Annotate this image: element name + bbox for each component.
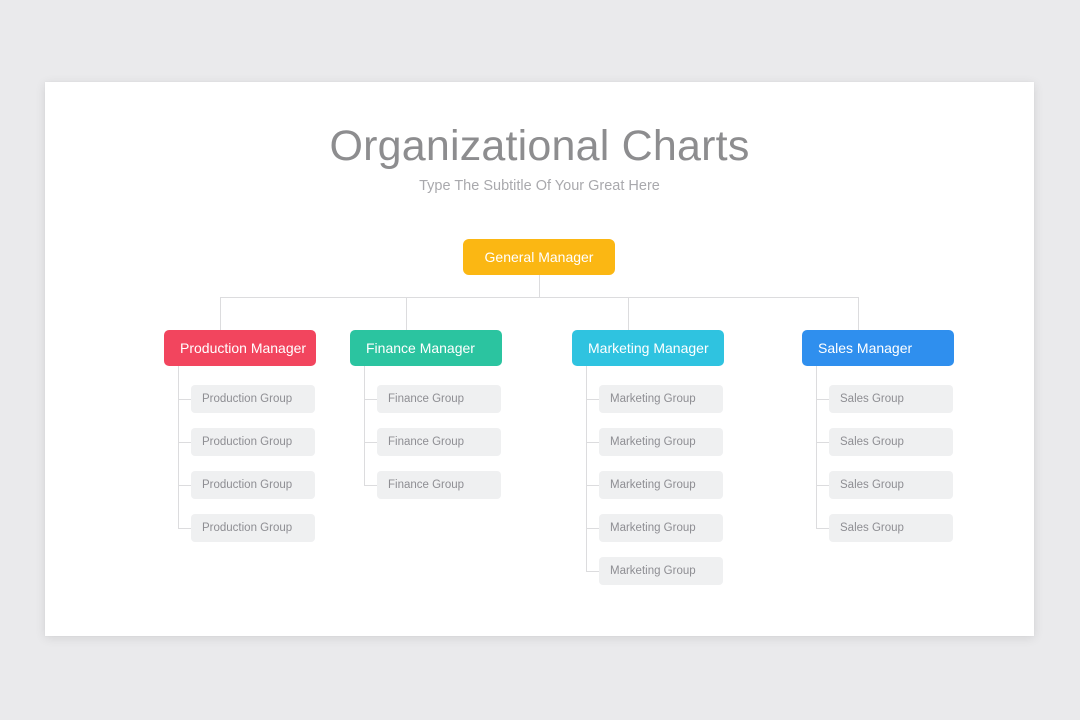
connector-spine-3: [586, 366, 587, 571]
connector-bus: [220, 297, 858, 298]
node-group-4-3[interactable]: Sales Group: [829, 471, 953, 499]
slide-canvas: Organizational Charts Type The Subtitle …: [0, 0, 1080, 720]
connector-stem-1-2: [178, 442, 191, 443]
connector-stem-4-4: [816, 528, 829, 529]
connector-branch-drop-3: [628, 297, 629, 330]
connector-branch-drop-1: [220, 297, 221, 330]
connector-stem-1-4: [178, 528, 191, 529]
connector-stem-1-1: [178, 399, 191, 400]
node-group-1-3[interactable]: Production Group: [191, 471, 315, 499]
connector-stem-3-2: [586, 442, 599, 443]
connector-stem-4-1: [816, 399, 829, 400]
node-group-4-1[interactable]: Sales Group: [829, 385, 953, 413]
node-manager-4[interactable]: Sales Manager: [802, 330, 954, 366]
connector-stem-3-3: [586, 485, 599, 486]
connector-stem-2-2: [364, 442, 377, 443]
connector-root-stem: [539, 275, 540, 297]
node-group-3-4[interactable]: Marketing Group: [599, 514, 723, 542]
connector-stem-2-3: [364, 485, 377, 486]
node-group-3-3[interactable]: Marketing Group: [599, 471, 723, 499]
node-group-3-1[interactable]: Marketing Group: [599, 385, 723, 413]
page-title: Organizational Charts: [329, 122, 750, 170]
node-group-1-4[interactable]: Production Group: [191, 514, 315, 542]
node-group-2-1[interactable]: Finance Group: [377, 385, 501, 413]
connector-spine-2: [364, 366, 365, 485]
connector-spine-1: [178, 366, 179, 528]
connector-branch-drop-4: [858, 297, 859, 330]
connector-branch-drop-2: [406, 297, 407, 330]
node-manager-2[interactable]: Finance Manager: [350, 330, 502, 366]
connector-stem-3-1: [586, 399, 599, 400]
slide-surface: Organizational Charts Type The Subtitle …: [45, 82, 1034, 636]
connector-stem-4-3: [816, 485, 829, 486]
node-group-4-4[interactable]: Sales Group: [829, 514, 953, 542]
node-group-3-2[interactable]: Marketing Group: [599, 428, 723, 456]
page-subtitle: Type The Subtitle Of Your Great Here: [419, 178, 660, 194]
node-manager-1[interactable]: Production Manager: [164, 330, 316, 366]
connector-stem-1-3: [178, 485, 191, 486]
connector-stem-3-4: [586, 528, 599, 529]
node-group-1-1[interactable]: Production Group: [191, 385, 315, 413]
connector-spine-4: [816, 366, 817, 528]
node-group-2-2[interactable]: Finance Group: [377, 428, 501, 456]
node-group-3-5[interactable]: Marketing Group: [599, 557, 723, 585]
connector-stem-2-1: [364, 399, 377, 400]
node-group-4-2[interactable]: Sales Group: [829, 428, 953, 456]
node-manager-3[interactable]: Marketing Manager: [572, 330, 724, 366]
node-group-1-2[interactable]: Production Group: [191, 428, 315, 456]
node-general-manager[interactable]: General Manager: [463, 239, 615, 275]
node-group-2-3[interactable]: Finance Group: [377, 471, 501, 499]
connector-stem-3-5: [586, 571, 599, 572]
connector-stem-4-2: [816, 442, 829, 443]
